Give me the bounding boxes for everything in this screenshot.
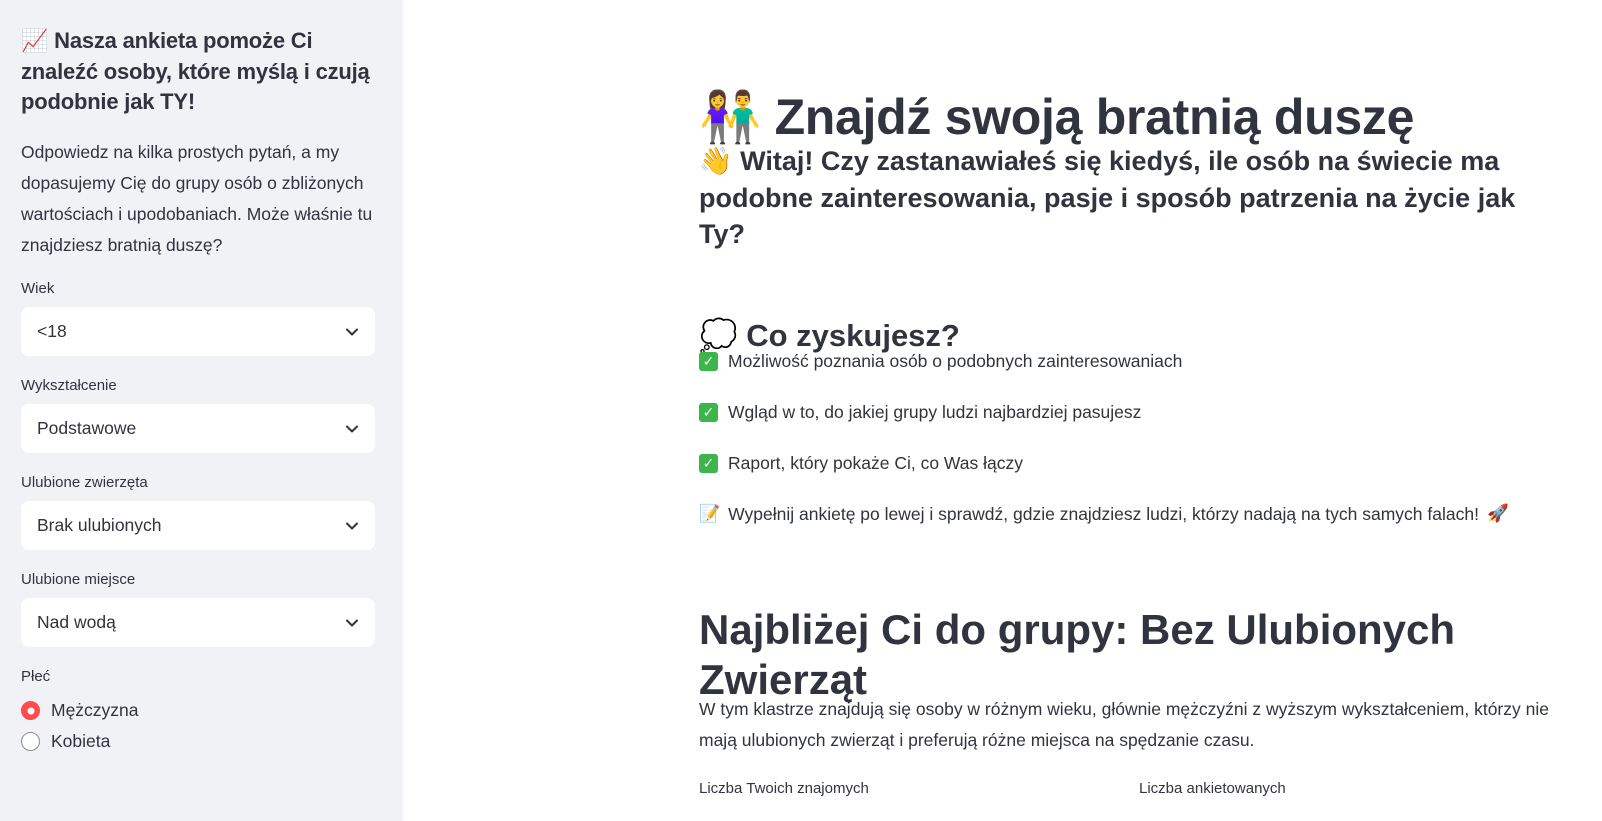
chart-increasing-icon: 📈 (21, 29, 49, 54)
waving-hand-icon: 👋 (699, 146, 733, 177)
age-label: Wiek (21, 280, 55, 297)
page-title: 👫 Znajdź swoją bratnią duszę (699, 84, 1414, 150)
benefit-item: ✓ Raport, który pokaże Ci, co Was łączy (699, 450, 1023, 476)
sidebar-intro: Odpowiedz na kilka prostych pytań, a my … (21, 142, 373, 255)
page-title-text: Znajdź swoją bratnią duszę (774, 88, 1415, 145)
place-label: Ulubione miejsce (21, 571, 136, 588)
age-select[interactable]: <18 (21, 307, 375, 356)
education-select-value: Podstawowe (37, 418, 137, 438)
check-mark-icon: ✓ (699, 351, 718, 371)
gender-field: Płeć Mężczyzna Kobieta (21, 667, 375, 757)
sidebar-title: 📈 Nasza ankieta pomoże Ci znaleźć osoby,… (21, 26, 375, 117)
check-mark-icon: ✓ (699, 453, 718, 473)
gender-option-male-label: Mężczyzna (51, 700, 139, 720)
place-select[interactable]: Nad wodą (21, 598, 375, 647)
animals-field: Ulubione zwierzęta Brak ulubionych (21, 473, 375, 550)
benefit-text: Możliwość poznania osób o podobnych zain… (728, 351, 1183, 371)
age-select-value: <18 (37, 321, 67, 341)
animals-select[interactable]: Brak ulubionych (21, 501, 375, 550)
place-select-value: Nad wodą (37, 612, 116, 632)
gender-label: Płeć (21, 668, 51, 685)
radio-unselected-icon[interactable] (21, 732, 40, 751)
cluster-description: W tym klastrze znajdują się osoby w różn… (699, 699, 1549, 750)
memo-icon: 📝 (699, 504, 721, 524)
sidebar: 📈 Nasza ankieta pomoże Ci znaleźć osoby,… (0, 0, 403, 821)
call-to-action-text: Wypełnij ankietę po lewej i sprawdź, gdz… (728, 504, 1479, 524)
benefit-item: ✓ Wgląd w to, do jakiej grupy ludzi najb… (699, 399, 1141, 425)
chevron-down-icon (345, 422, 359, 436)
animals-select-value: Brak ulubionych (37, 515, 162, 535)
rocket-icon: 🚀 (1486, 504, 1509, 524)
place-field: Ulubione miejsce Nad wodą (21, 570, 375, 647)
education-select[interactable]: Podstawowe (21, 404, 375, 453)
chevron-down-icon (345, 325, 359, 339)
animals-label: Ulubione zwierzęta (21, 474, 148, 491)
chevron-down-icon (345, 616, 359, 630)
two-people-icon: 👫 (699, 87, 761, 146)
benefit-text: Wgląd w to, do jakiej grupy ludzi najbar… (728, 402, 1142, 422)
intro-heading: 👋 Witaj! Czy zastanawiałeś się kiedyś, i… (699, 143, 1529, 252)
radio-selected-icon[interactable] (21, 701, 40, 720)
sidebar-title-text: Nasza ankieta pomoże Ci znaleźć osoby, k… (21, 28, 370, 114)
gender-option-male[interactable]: Mężczyzna (21, 695, 375, 726)
education-field: Wykształcenie Podstawowe (21, 376, 375, 453)
metric-label-friends: Liczba Twoich znajomych (699, 780, 869, 797)
intro-heading-text: Witaj! Czy zastanawiałeś się kiedyś, ile… (699, 146, 1516, 249)
metric-label-respondents: Liczba ankietowanych (1139, 780, 1286, 797)
call-to-action: 📝 Wypełnij ankietę po lewej i sprawdź, g… (699, 501, 1509, 527)
benefit-item: ✓ Możliwość poznania osób o podobnych za… (699, 348, 1182, 374)
gender-option-female-label: Kobieta (51, 731, 111, 751)
benefit-text: Raport, który pokaże Ci, co Was łączy (728, 453, 1024, 473)
cluster-title: Najbliżej Ci do grupy: Bez Ulubionych Zw… (699, 605, 1456, 703)
age-field: Wiek <18 (21, 279, 375, 356)
check-mark-icon: ✓ (699, 402, 718, 422)
gender-option-female[interactable]: Kobieta (21, 726, 375, 757)
chevron-down-icon (345, 519, 359, 533)
education-label: Wykształcenie (21, 377, 117, 394)
